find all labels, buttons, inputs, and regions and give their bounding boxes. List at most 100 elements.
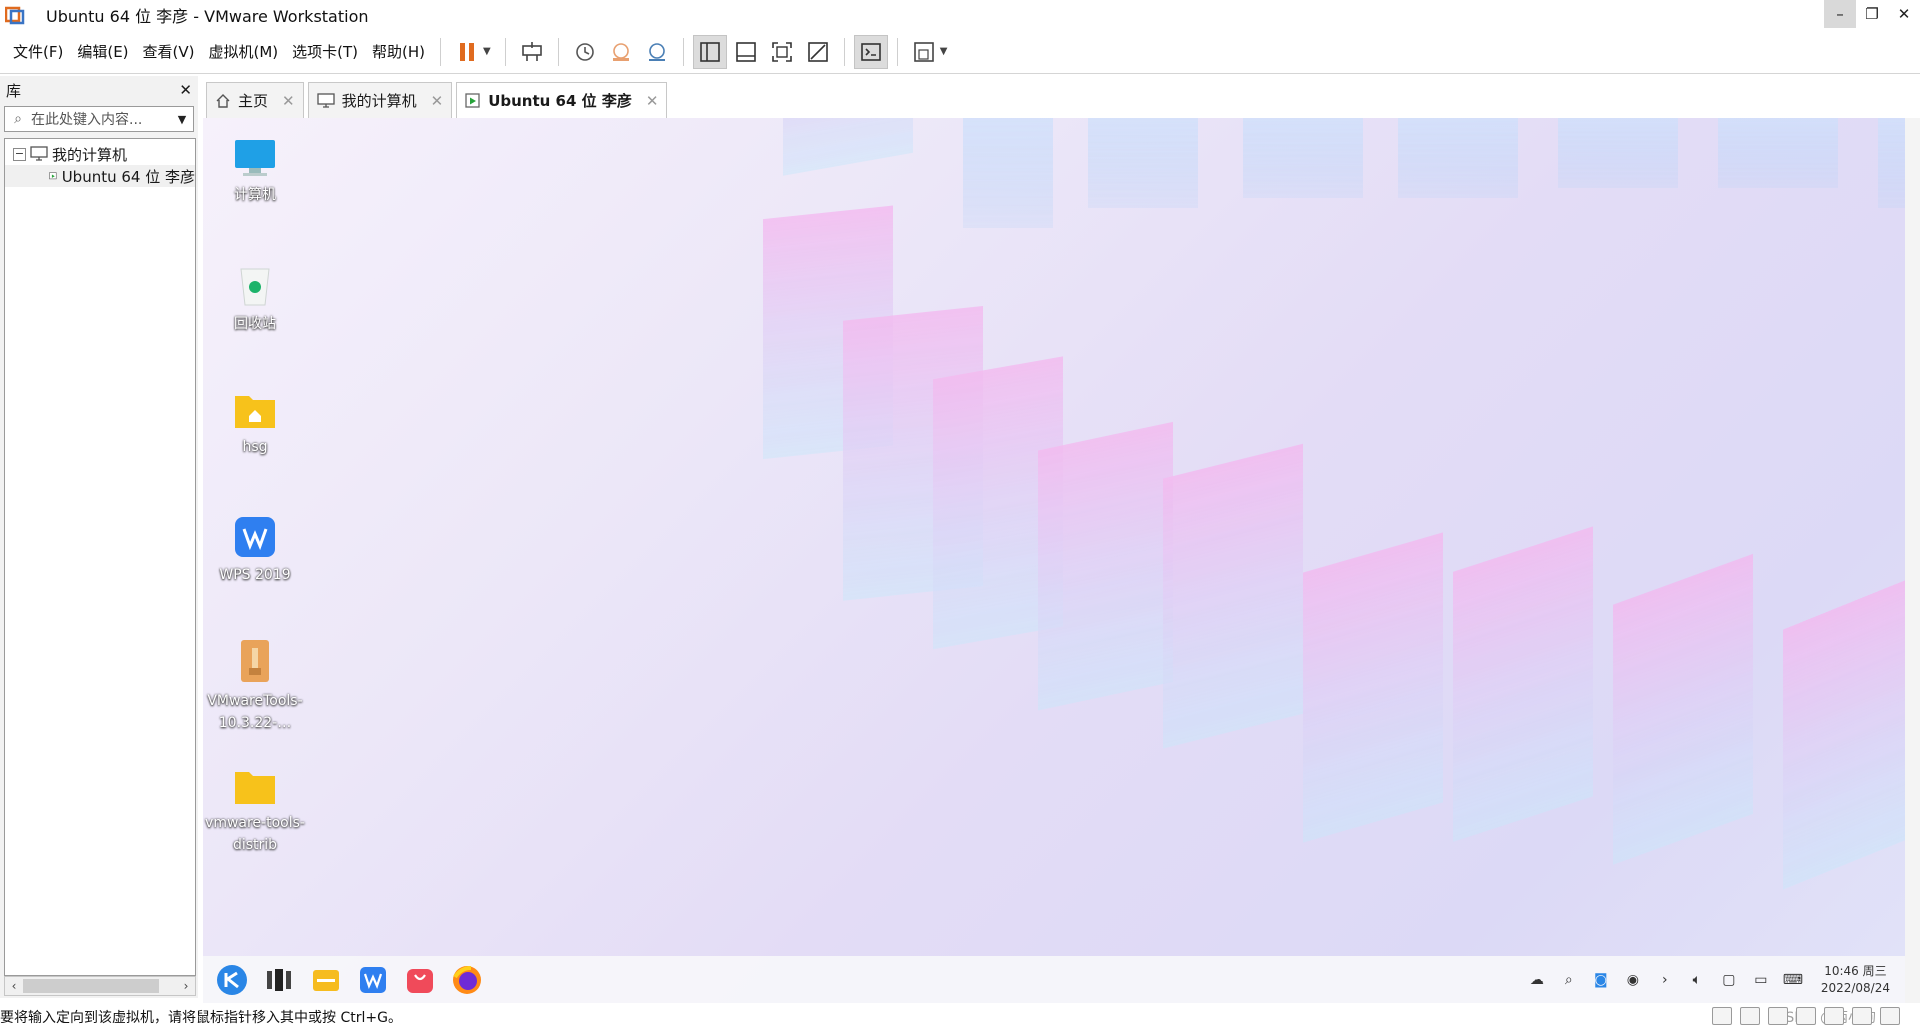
scroll-left-icon[interactable]: ‹: [5, 979, 23, 993]
firefox-icon[interactable]: [449, 962, 485, 998]
folder-icon: [235, 772, 275, 804]
toolbar-divider: [843, 37, 845, 66]
menu-tabs[interactable]: 选项卡(T): [285, 30, 365, 74]
snapshot-manager-icon[interactable]: [640, 35, 674, 69]
display-icon[interactable]: [1852, 1007, 1872, 1025]
status-bar: 要将输入定向到该虚拟机，请将鼠标指针移入其中或按 Ctrl+G。 CSDN @两…: [0, 1003, 1920, 1030]
tree-item-ubuntu[interactable]: Ubuntu 64 位 李彦: [5, 165, 195, 187]
vm-icon: [465, 92, 481, 109]
search-icon[interactable]: ⌕: [1553, 972, 1585, 988]
revert-snapshot-icon[interactable]: [604, 35, 638, 69]
usb-icon[interactable]: [1880, 1007, 1900, 1025]
send-ctrl-alt-del-icon[interactable]: [515, 35, 549, 69]
scroll-thumb[interactable]: [23, 979, 159, 993]
desktop-icon-label: 回收站: [234, 316, 276, 332]
desktop-icon-wps[interactable]: WPS 2019: [205, 516, 305, 586]
vm-vertical-scrollbar[interactable]: [1905, 118, 1920, 1003]
stretch-icon[interactable]: [907, 35, 941, 69]
window-titlebar: Ubuntu 64 位 李彦 - VMware Workstation – ❐ …: [0, 0, 1920, 30]
toolbar-divider: [440, 37, 442, 66]
tab-label: 我的计算机: [341, 92, 417, 110]
desktop-icon-recycle-bin[interactable]: 回收站: [205, 263, 305, 335]
guest-clock[interactable]: 10:46 周三 2022/08/24: [1821, 963, 1890, 997]
desktop-icon-computer[interactable]: 计算机: [205, 138, 305, 206]
tab-ubuntu[interactable]: Ubuntu 64 位 李彦 ✕: [456, 82, 668, 118]
menu-file[interactable]: 文件(F): [6, 30, 70, 74]
message-icon[interactable]: ▭: [1745, 972, 1777, 988]
pause-icon[interactable]: [450, 35, 484, 69]
chevron-down-icon[interactable]: ▼: [171, 113, 193, 126]
device-status-icons: [1712, 1007, 1900, 1025]
cloud-icon[interactable]: ☁: [1521, 972, 1553, 988]
library-search-input[interactable]: 在此处键入内容...: [31, 109, 142, 129]
vm-display[interactable]: 计算机 回收站 hsg WPS 2019 VMwareTools-10.3.22…: [203, 118, 1920, 1003]
network-icon[interactable]: ◙: [1585, 972, 1617, 988]
scroll-right-icon[interactable]: ›: [177, 979, 195, 993]
library-search[interactable]: ⌕ 在此处键入内容... ▼: [4, 106, 194, 132]
home-folder-icon: [235, 396, 275, 428]
notification-icon[interactable]: ▢: [1713, 972, 1745, 988]
wps-icon[interactable]: [355, 962, 391, 998]
restore-button[interactable]: ❐: [1856, 0, 1888, 28]
menu-help[interactable]: 帮助(H): [365, 30, 432, 74]
menu-vm[interactable]: 虚拟机(M): [202, 30, 286, 74]
library-horizontal-scrollbar[interactable]: ‹ ›: [4, 976, 196, 996]
close-icon[interactable]: ✕: [431, 92, 444, 110]
guest-taskbar: ☁ ⌕ ◙ ◉ › 🔈︎ ▢ ▭ ⌨ 10:46 周三 2022/08/24: [203, 956, 1920, 1003]
snapshot-icon[interactable]: [568, 35, 602, 69]
hard-disk-icon[interactable]: [1712, 1007, 1732, 1025]
desktop-icon-label: vmware-tools-distrib: [205, 815, 305, 853]
app-store-icon[interactable]: [402, 962, 438, 998]
desktop-icon-label: VMwareTools-10.3.22-…: [207, 693, 303, 731]
pause-dropdown-icon[interactable]: ▼: [483, 46, 491, 57]
tab-home[interactable]: 主页 ✕: [206, 82, 304, 118]
close-button[interactable]: ✕: [1888, 0, 1920, 28]
desktop-icon-vmware-tools-distrib[interactable]: vmware-tools-distrib: [205, 766, 305, 856]
console-icon[interactable]: [853, 34, 888, 69]
tree-item-label: 我的计算机: [52, 145, 128, 164]
computer-icon: [30, 146, 48, 161]
menu-edit[interactable]: 编辑(E): [70, 30, 135, 74]
thumbnail-view-icon[interactable]: [729, 35, 763, 69]
tree-item-my-computer[interactable]: − 我的计算机: [5, 143, 195, 165]
input-method-icon[interactable]: ⌨: [1777, 972, 1809, 988]
desktop-wallpaper: [763, 118, 1920, 890]
desktop-icon-vmwaretools[interactable]: VMwareTools-10.3.22-…: [205, 638, 305, 734]
library-tree: − 我的计算机 Ubuntu 64 位 李彦: [4, 138, 196, 976]
home-icon: [215, 93, 231, 109]
menu-view[interactable]: 查看(V): [136, 30, 202, 74]
multitask-icon[interactable]: [261, 962, 297, 998]
computer-icon: [316, 92, 335, 109]
desktop-icon-label: 计算机: [234, 187, 276, 203]
desktop-icon-label: WPS 2019: [219, 567, 291, 583]
minimize-button[interactable]: –: [1824, 0, 1856, 28]
file-manager-icon[interactable]: [308, 962, 344, 998]
collapse-icon[interactable]: −: [13, 147, 26, 161]
printer-icon[interactable]: [1796, 1007, 1816, 1025]
fullscreen-icon[interactable]: [765, 35, 799, 69]
network-adapter-icon[interactable]: [1768, 1007, 1788, 1025]
update-icon[interactable]: ◉: [1617, 972, 1649, 988]
tab-bar: 主页 ✕ 我的计算机 ✕ Ubuntu 64 位 李彦 ✕: [206, 82, 671, 118]
expand-icon[interactable]: ›: [1649, 972, 1681, 988]
status-hint: 要将输入定向到该虚拟机，请将鼠标指针移入其中或按 Ctrl+G。: [0, 1009, 402, 1026]
close-icon[interactable]: ✕: [282, 92, 295, 110]
library-view-icon[interactable]: [692, 34, 727, 69]
unity-icon[interactable]: [801, 35, 835, 69]
launcher-icon[interactable]: [214, 962, 250, 998]
library-close-button[interactable]: ✕: [179, 81, 192, 99]
tab-label: Ubuntu 64 位 李彦: [488, 92, 632, 110]
menu-toolbar: 文件(F) 编辑(E) 查看(V) 虚拟机(M) 选项卡(T) 帮助(H) ▼ …: [0, 30, 1920, 74]
search-icon: ⌕: [14, 111, 22, 127]
cd-rom-icon[interactable]: [1740, 1007, 1760, 1025]
sound-card-icon[interactable]: [1824, 1007, 1844, 1025]
toolbar-divider: [682, 37, 684, 66]
desktop-icon-label: hsg: [242, 439, 268, 455]
volume-icon[interactable]: 🔈︎: [1681, 972, 1713, 988]
window-title: Ubuntu 64 位 李彦 - VMware Workstation: [46, 7, 369, 26]
stretch-dropdown-icon[interactable]: ▼: [940, 46, 948, 57]
tab-my-computer[interactable]: 我的计算机 ✕: [307, 82, 453, 118]
desktop-icon-hsg[interactable]: hsg: [205, 390, 305, 458]
close-icon[interactable]: ✕: [646, 92, 659, 110]
toolbar-divider: [504, 37, 506, 66]
